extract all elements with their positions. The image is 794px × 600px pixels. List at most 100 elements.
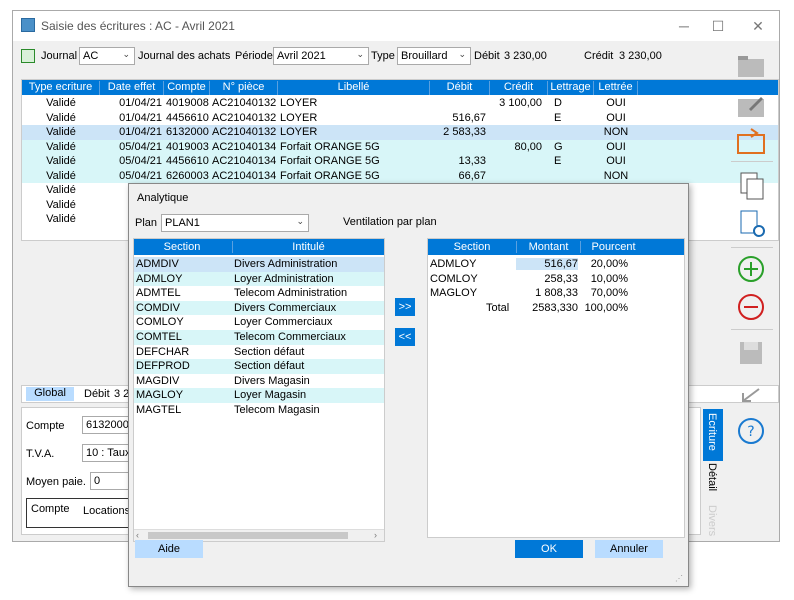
folder-edit-icon[interactable] [735, 89, 767, 121]
add-section-button[interactable]: >> [395, 298, 415, 316]
col-libelle[interactable]: Libellé [278, 81, 430, 95]
aide-button[interactable]: Aide [135, 540, 203, 558]
help-icon[interactable]: ? [735, 415, 767, 447]
list-item[interactable]: ADMTEL Telecom Administration [134, 286, 384, 301]
cell-compte: 4456610 [166, 111, 209, 124]
lock-icon [21, 49, 35, 63]
table-row[interactable]: Validé 01/04/21 4019008 AC21040132 LOYER 3 10… [22, 96, 778, 111]
maximize-icon[interactable]: ☐ [707, 15, 729, 37]
folder-open-icon[interactable] [735, 125, 767, 157]
type-select[interactable]: Brouillard ⌄ [397, 47, 471, 65]
add-icon[interactable] [735, 253, 767, 285]
annuler-button[interactable]: Annuler [595, 540, 663, 558]
table-row[interactable]: Validé 05/04/21 6260003 AC21040134 Forfait O… [22, 168, 778, 183]
col-date[interactable]: Date effet [100, 81, 164, 95]
list-item[interactable]: ADMLOY Loyer Administration [134, 271, 384, 287]
cell-type: Validé [46, 126, 76, 138]
list-item[interactable]: COMDIV Divers Commerciaux [134, 300, 384, 316]
cell-lettrage: E [554, 111, 562, 124]
section-code: COMTEL [136, 331, 182, 343]
list-item[interactable]: MAGDIV Divers Magasin [134, 373, 384, 389]
resize-grip-icon[interactable]: ⋰ [675, 574, 683, 583]
col-compte[interactable]: Compte [164, 81, 210, 95]
vent-montant[interactable]: 516,67 [516, 258, 578, 270]
table-row[interactable]: Validé 01/04/21 6132000 AC21040132 LOYER 2 58… [22, 125, 778, 140]
copy-icon[interactable] [735, 169, 767, 201]
plan-select[interactable]: PLAN1 ⌄ [161, 214, 309, 232]
list-item[interactable]: DEFCHAR Section défaut [134, 344, 384, 360]
global-tab[interactable]: Global [26, 387, 74, 401]
minimize-icon[interactable]: ─ [673, 15, 695, 37]
list-item[interactable]: MAGTEL Telecom Magasin [134, 403, 384, 418]
document-settings-icon[interactable] [735, 207, 767, 239]
scroll-right-icon[interactable]: › [374, 530, 377, 540]
vent-header-pourcent[interactable]: Pourcent [580, 241, 646, 253]
table-row[interactable]: ADMLOY 516,67 20,00% [428, 257, 684, 272]
ventilation-list-header: Section Montant Pourcent [428, 239, 684, 255]
list-item[interactable]: MAGLOY Loyer Magasin [134, 388, 384, 403]
periode-label: Période [235, 50, 273, 62]
remove-section-button[interactable]: << [395, 328, 415, 346]
tab-detail[interactable]: Détail [703, 461, 723, 501]
table-row[interactable]: Validé 05/04/21 4019003 AC21040134 Forfait O… [22, 139, 778, 154]
type-select-value: Brouillard [401, 50, 448, 62]
periode-select[interactable]: Avril 2021 ⌄ [273, 47, 369, 65]
list-item[interactable]: COMTEL Telecom Commerciaux [134, 330, 384, 345]
vent-montant[interactable]: 258,33 [516, 273, 578, 285]
journal-select[interactable]: AC ⌄ [79, 47, 135, 65]
close-icon[interactable]: ✕ [747, 15, 769, 37]
vent-header-montant[interactable]: Montant [516, 241, 580, 253]
ventilation-label: Ventilation par plan [343, 216, 437, 228]
save-icon[interactable] [735, 337, 767, 369]
col-type[interactable]: Type ecriture [22, 81, 100, 95]
table-row[interactable]: COMLOY 258,33 10,00% [428, 272, 684, 287]
table-row[interactable]: MAGLOY 1 808,33 70,00% [428, 286, 684, 301]
total-montant: 2583,330 [532, 302, 578, 314]
analytique-dialog: Analytique Plan PLAN1 ⌄ Ventilation par p… [128, 183, 689, 587]
folder-icon[interactable] [735, 49, 767, 81]
list-item[interactable]: ADMDIV Divers Administration [134, 257, 384, 272]
tab-divers-label: Divers [706, 505, 718, 537]
ok-button[interactable]: OK [515, 540, 583, 558]
journal-label: Journal [41, 50, 78, 62]
col-piece[interactable]: N° pièce [210, 81, 278, 95]
tab-ecriture[interactable]: Ecriture [703, 409, 723, 461]
col-lettrage[interactable]: Lettrage [548, 81, 594, 95]
scroll-thumb[interactable] [148, 532, 348, 539]
col-lettree[interactable]: Lettrée [594, 81, 638, 95]
section-code: MAGTEL [136, 404, 182, 416]
tab-divers[interactable]: Divers [703, 503, 723, 543]
journal-select-value: AC [83, 50, 99, 62]
cell-piece: AC21040134 [212, 155, 277, 167]
sections-list: Section Intitulé ADMDIV Divers Administra… [133, 238, 385, 542]
sections-header-section[interactable]: Section [134, 241, 230, 253]
table-row[interactable]: Validé 05/04/21 4456610 AC21040134 Forfait O… [22, 154, 778, 169]
cell-lettrage: E [554, 155, 562, 167]
vent-montant[interactable]: 1 808,33 [516, 287, 578, 299]
chevron-down-icon: ⌄ [458, 49, 466, 59]
cell-type: Validé [46, 97, 76, 109]
remove-icon[interactable] [735, 291, 767, 323]
credit-total: 3 230,00 [619, 50, 662, 62]
undo-icon[interactable] [735, 381, 767, 413]
plan-label: Plan [135, 217, 158, 229]
compte-field-value: 6132000 [86, 419, 129, 431]
col-debit[interactable]: Débit [430, 81, 490, 95]
vent-header-section[interactable]: Section [428, 241, 516, 253]
cell-lettree: NON [603, 169, 629, 182]
tva-label: T.V.A. [26, 448, 55, 460]
list-item[interactable]: DEFPROD Section défaut [134, 359, 384, 374]
table-row[interactable]: Validé 01/04/21 4456610 AC21040132 LOYER 516,… [22, 110, 778, 125]
sections-header-intitule[interactable]: Intitulé [232, 241, 384, 253]
col-credit[interactable]: Crédit [490, 81, 548, 95]
list-item[interactable]: COMLOY Loyer Commerciaux [134, 315, 384, 330]
cell-credit: 3 100,00 [499, 97, 542, 109]
section-label: Section défaut [234, 345, 305, 358]
scroll-left-icon[interactable]: ‹ [136, 530, 139, 540]
toolbar-divider [731, 247, 773, 248]
vent-section: COMLOY [430, 272, 478, 285]
cell-date: 05/04/21 [119, 155, 162, 167]
cell-type: Validé [46, 155, 76, 167]
journal-name: Journal des achats [138, 50, 231, 62]
chevron-down-icon: ⌄ [296, 216, 304, 226]
